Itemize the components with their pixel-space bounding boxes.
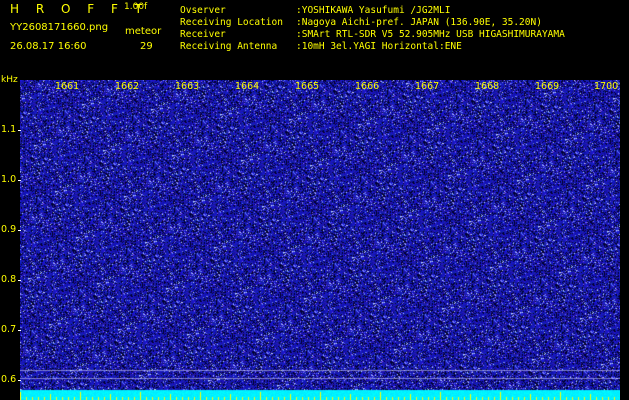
- meteor-label: meteor: [125, 26, 162, 37]
- freq-tick: 0.9: [1, 224, 17, 235]
- info-receiver-value: :SMArt RTL-SDR V5 52.905MHz USB HIGASHIM…: [296, 29, 565, 40]
- info-receiver: Receiver :SMArt RTL-SDR V5 52.905MHz USB …: [180, 30, 565, 40]
- time-tick: 1663: [175, 81, 200, 92]
- time-tick: 1700: [594, 81, 619, 92]
- time-tick: 1662: [115, 81, 140, 92]
- info-observer: Ovserver :YOSHIKAWA Yasufumi /JG2MLI: [180, 6, 450, 16]
- info-observer-value: :YOSHIKAWA Yasufumi /JG2MLI: [296, 5, 451, 16]
- freq-tick: 0.6: [1, 374, 17, 385]
- time-tick: 1667: [415, 81, 440, 92]
- spectrogram-canvas: [20, 80, 620, 400]
- freq-tick: 1.1: [1, 124, 17, 135]
- filename-label: YY2608171660.png: [10, 22, 109, 33]
- info-observer-label: Ovserver: [180, 5, 226, 16]
- info-location-label: Receiving Location: [180, 17, 283, 28]
- time-tick: 1664: [235, 81, 260, 92]
- freq-tick-mark: [18, 280, 21, 281]
- meteor-count: 29: [140, 41, 153, 52]
- time-tick: 1668: [475, 81, 500, 92]
- info-antenna-value: :10mH 3el.YAGI Horizontal:ENE: [296, 41, 462, 52]
- info-location-value: :Nagoya Aichi-pref. JAPAN (136.90E, 35.2…: [296, 17, 542, 28]
- time-tick: 1669: [535, 81, 560, 92]
- freq-tick: 0.7: [1, 324, 17, 335]
- hrofft-window: H R O F F T 1.00f YY2608171660.png meteo…: [0, 0, 629, 400]
- freq-tick-mark: [18, 130, 21, 131]
- freq-tick-mark: [18, 230, 21, 231]
- time-tick: 1661: [55, 81, 80, 92]
- freq-tick: 0.8: [1, 274, 17, 285]
- time-tick: 1665: [295, 81, 320, 92]
- freq-tick-mark: [18, 380, 21, 381]
- datetime-label: 26.08.17 16:60: [10, 41, 87, 52]
- version-label: 1.00f: [124, 2, 148, 12]
- freq-tick-mark: [18, 180, 21, 181]
- info-receiver-label: Receiver: [180, 29, 226, 40]
- info-antenna-label: Receiving Antenna: [180, 41, 278, 52]
- time-tick: 1666: [355, 81, 380, 92]
- freq-tick: 1.0: [1, 174, 17, 185]
- info-location: Receiving Location :Nagoya Aichi-pref. JA…: [180, 18, 542, 28]
- info-antenna: Receiving Antenna :10mH 3el.YAGI Horizont…: [180, 42, 462, 52]
- freq-unit-label: kHz: [1, 75, 18, 85]
- freq-tick-mark: [18, 330, 21, 331]
